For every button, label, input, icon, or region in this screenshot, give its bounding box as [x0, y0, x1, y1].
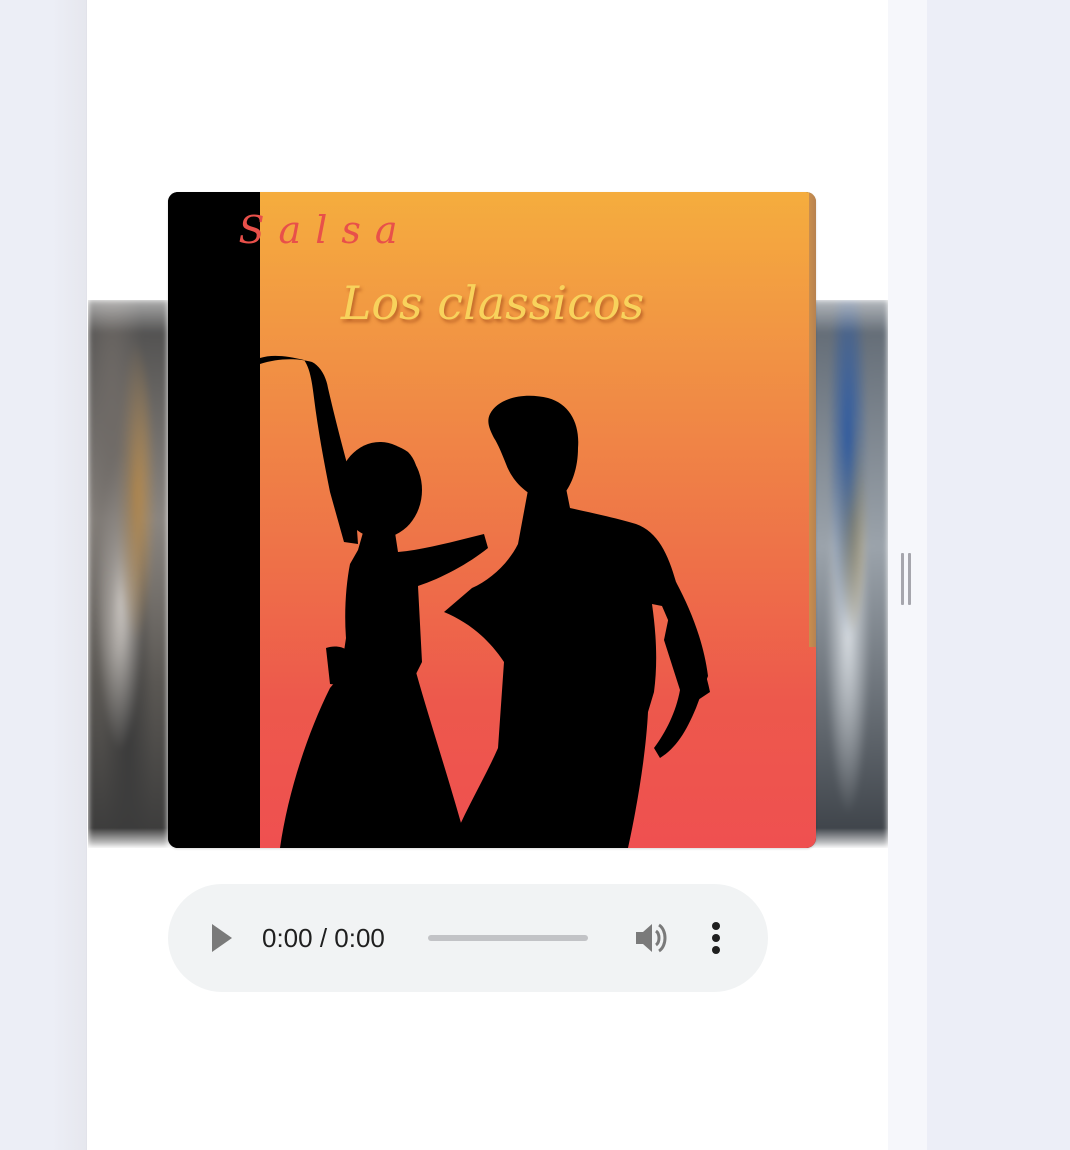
play-button[interactable]: [202, 918, 242, 958]
seek-bar[interactable]: [428, 935, 588, 941]
dancing-couple-silhouette: [260, 355, 710, 848]
panel-resize-handle[interactable]: [901, 553, 913, 605]
volume-icon: [636, 923, 667, 953]
time-display: 0:00 / 0:00: [262, 923, 385, 953]
more-options-button[interactable]: [702, 918, 730, 958]
audio-player: 0:00 / 0:00: [168, 884, 768, 992]
resize-grip-bar: [908, 553, 911, 605]
volume-button[interactable]: [632, 920, 672, 956]
play-icon: [212, 924, 232, 952]
more-vert-icon: [712, 922, 720, 954]
left-gutter: [0, 0, 87, 1150]
previous-slide-preview[interactable]: [88, 300, 168, 848]
next-slide-preview[interactable]: [808, 300, 888, 848]
resize-grip-bar: [901, 553, 904, 605]
